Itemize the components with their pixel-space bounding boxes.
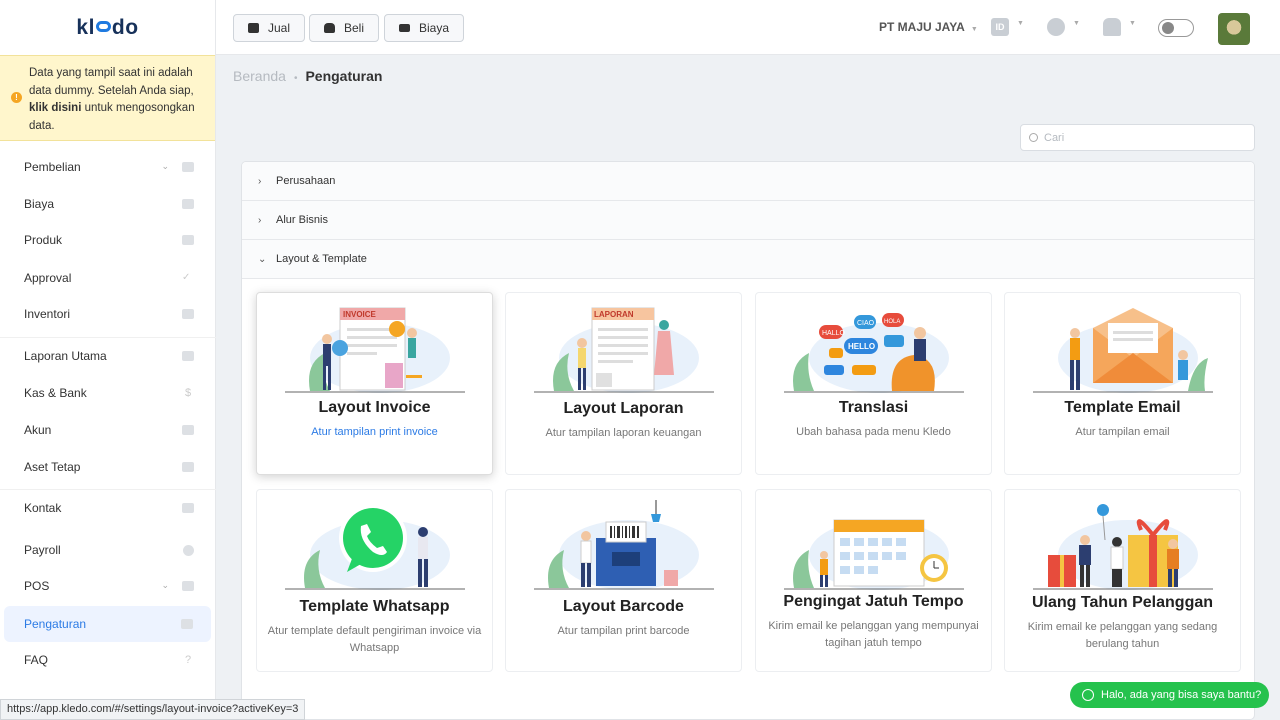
chart-icon	[182, 350, 194, 361]
birthday-illustration-icon	[1033, 504, 1213, 590]
dummy-data-notice: ! Data yang tampil saat ini adalah data …	[0, 55, 215, 141]
settings-panel: › Perusahaan › Alur Bisnis ⌄ Layout & Templ…	[241, 161, 1255, 720]
sidebar-item-biaya[interactable]: Biaya	[0, 186, 216, 222]
caret-down-icon: ▼	[970, 26, 978, 33]
card-layout-barcode[interactable]: Layout Barcode Atur tampilan print barco…	[505, 489, 742, 672]
logo-mark-icon	[95, 21, 111, 32]
theme-toggle[interactable]	[1158, 19, 1194, 37]
beli-button[interactable]: Beli	[309, 14, 380, 42]
warehouse-icon	[182, 309, 194, 319]
chevron-down-icon[interactable]: ⌄	[161, 161, 169, 172]
translation-illustration-icon: HALLO CIAO HOLA HELLO	[784, 313, 964, 393]
jual-button[interactable]: Jual	[233, 14, 306, 42]
bag-icon	[182, 162, 194, 172]
caret-down-icon: ▼	[1017, 20, 1024, 27]
caret-down-icon: ▼	[1073, 20, 1080, 27]
warning-icon: !	[11, 92, 22, 103]
whatsapp-illustration-icon	[285, 504, 465, 590]
chevron-down-icon: ⌄	[258, 253, 267, 265]
chevron-right-icon: ›	[258, 175, 262, 187]
card-ulang-tahun-pelanggan[interactable]: Ulang Tahun Pelanggan Kirim email ke pel…	[1004, 489, 1241, 672]
basket-icon	[248, 23, 259, 33]
link-preview-statusbar: https://app.kledo.com/#/settings/layout-…	[0, 699, 306, 720]
breadcrumb-home[interactable]: Beranda	[233, 68, 286, 84]
biaya-button[interactable]: Biaya	[384, 14, 465, 42]
sidebar-item-produk[interactable]: Produk	[0, 222, 216, 258]
sidebar-item-pos[interactable]: POS ⌄	[0, 568, 216, 604]
sidebar-item-inventori[interactable]: Inventori	[0, 296, 216, 332]
gears-icon	[181, 619, 193, 629]
company-switcher[interactable]: PT MAJU JAYA ▼	[879, 20, 978, 34]
bell-icon[interactable]	[1103, 18, 1121, 36]
svg-text:HALLO: HALLO	[822, 330, 846, 337]
card-layout-invoice[interactable]: INVOICE Layout Invoice Atur tampilan pri…	[256, 292, 493, 475]
card-translasi[interactable]: HALLO CIAO HOLA HELLO Translasi Ubah bah…	[755, 292, 992, 475]
svg-text:LAPORAN: LAPORAN	[594, 310, 634, 319]
settings-search	[1020, 124, 1255, 151]
sidebar-item-akun[interactable]: Akun	[0, 412, 216, 448]
avatar[interactable]	[1218, 13, 1250, 45]
kledo-logo[interactable]: kl do	[0, 0, 215, 55]
sidebar-item-kas-bank[interactable]: Kas & Bank $	[0, 375, 216, 411]
sidebar-item-aset-tetap[interactable]: Aset Tetap	[0, 449, 216, 485]
breadcrumb: Beranda • Pengaturan	[233, 68, 383, 84]
sidebar-item-laporan-utama[interactable]: Laporan Utama	[0, 337, 216, 373]
contact-icon	[182, 502, 194, 513]
wallet-icon	[399, 24, 410, 32]
whatsapp-icon	[1082, 689, 1094, 701]
building-icon	[182, 462, 194, 472]
ledger-icon	[182, 425, 194, 435]
sidebar: kl do ! Data yang tampil saat ini adalah …	[0, 0, 216, 720]
search-input[interactable]	[1044, 131, 1244, 144]
barcode-illustration-icon	[534, 500, 714, 590]
box-icon	[182, 235, 194, 245]
card-layout-laporan[interactable]: LAPORAN Layout Laporan Atur tampilan lap…	[505, 292, 742, 475]
sidebar-item-pembelian[interactable]: Pembelian ⌄	[0, 149, 216, 185]
dollar-icon: $	[184, 387, 192, 399]
svg-text:HELLO: HELLO	[848, 342, 875, 351]
sidebar-item-kontak[interactable]: Kontak	[0, 489, 216, 525]
page-title: Pengaturan	[305, 68, 383, 84]
pos-icon	[182, 581, 194, 591]
card-template-whatsapp[interactable]: Template Whatsapp Atur template default …	[256, 489, 493, 672]
template-cards-grid: INVOICE Layout Invoice Atur tampilan pri…	[242, 279, 1254, 719]
sidebar-item-faq[interactable]: FAQ?	[0, 642, 216, 678]
whatsapp-help-button[interactable]: Halo, ada yang bisa saya bantu?	[1070, 682, 1269, 708]
clock-icon[interactable]	[1047, 18, 1065, 36]
report-illustration-icon: LAPORAN	[534, 307, 714, 393]
language-selector[interactable]: ID	[991, 18, 1009, 36]
email-illustration-icon	[1033, 308, 1213, 393]
sidebar-item-payroll[interactable]: Payroll	[0, 532, 216, 568]
accordion-alur-bisnis[interactable]: › Alur Bisnis	[242, 201, 1254, 240]
card-pengingat-jatuh-tempo[interactable]: Pengingat Jatuh Tempo Kirim email ke pel…	[755, 489, 992, 672]
sidebar-item-approval[interactable]: Approval ✓	[0, 260, 216, 296]
search-icon	[1029, 133, 1038, 142]
accordion-perusahaan[interactable]: › Perusahaan	[242, 162, 1254, 201]
check-icon: ✓	[182, 272, 191, 283]
payroll-icon	[183, 544, 194, 556]
card-template-email[interactable]: Template Email Atur tampilan email	[1004, 292, 1241, 475]
card-icon	[182, 199, 194, 209]
clear-data-link[interactable]: klik disini	[29, 102, 81, 114]
sidebar-item-pengaturan[interactable]: Pengaturan	[4, 606, 211, 642]
calendar-illustration-icon	[784, 519, 964, 590]
top-bar: Jual Beli Biaya PT MAJU JAYA ▼ ID ▼ ▼ ▼	[216, 0, 1280, 55]
accordion-layout-template[interactable]: ⌄ Layout & Template	[242, 240, 1254, 279]
caret-down-icon: ▼	[1129, 20, 1136, 27]
chevron-down-icon[interactable]: ⌄	[161, 580, 169, 591]
chevron-right-icon: ›	[258, 214, 262, 226]
svg-text:CIAO: CIAO	[857, 320, 875, 327]
bag-icon	[324, 23, 335, 33]
svg-text:INVOICE: INVOICE	[343, 310, 377, 319]
invoice-illustration-icon: INVOICE	[285, 307, 465, 393]
question-icon: ?	[184, 654, 192, 666]
svg-text:HOLA: HOLA	[884, 319, 900, 325]
